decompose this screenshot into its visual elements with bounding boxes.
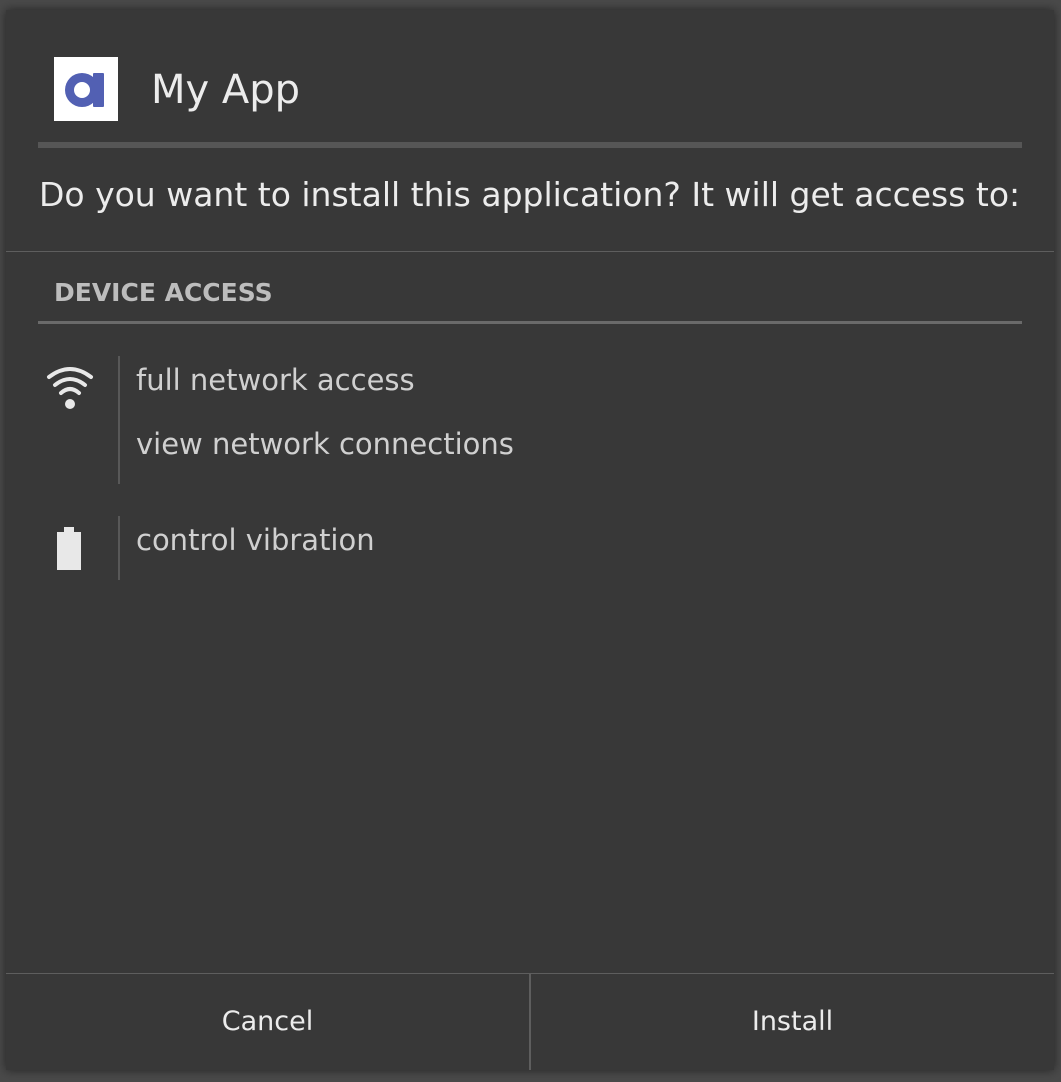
app-title: My App bbox=[151, 67, 301, 113]
section-divider bbox=[38, 321, 1022, 324]
cancel-button[interactable]: Cancel bbox=[6, 974, 529, 1070]
permission-control-vibration: control vibration bbox=[136, 523, 375, 557]
section-header-device-access: DEVICE ACCESS bbox=[54, 278, 273, 307]
wifi-icon bbox=[46, 365, 94, 417]
battery-icon bbox=[55, 527, 83, 575]
install-prompt: Do you want to install this application?… bbox=[39, 175, 1021, 214]
app-icon bbox=[54, 57, 118, 121]
install-dialog: My App Do you want to install this appli… bbox=[6, 10, 1054, 1070]
app-logo-icon bbox=[65, 73, 104, 107]
permission-group-separator bbox=[118, 356, 120, 484]
permission-full-network-access: full network access bbox=[136, 363, 415, 397]
permission-view-network-connections: view network connections bbox=[136, 427, 514, 461]
permission-group-separator bbox=[118, 516, 120, 580]
prompt-divider bbox=[6, 251, 1054, 252]
install-button[interactable]: Install bbox=[531, 974, 1054, 1070]
header-divider bbox=[38, 142, 1022, 148]
dialog-button-bar: Cancel Install bbox=[6, 973, 1054, 1070]
